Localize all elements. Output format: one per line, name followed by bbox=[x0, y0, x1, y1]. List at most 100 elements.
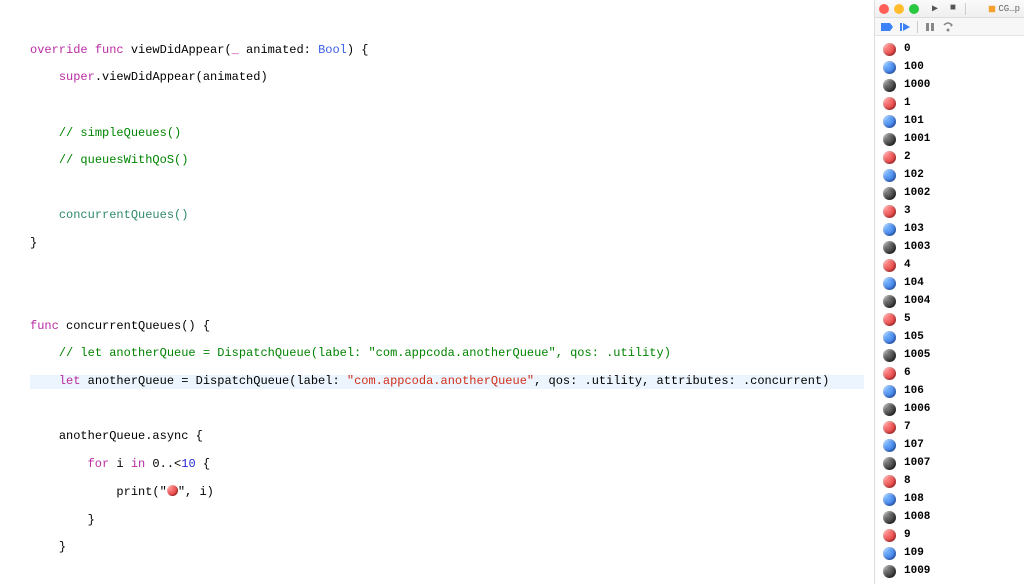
comment: // let anotherQueue = DispatchQueue(labe… bbox=[59, 346, 671, 360]
console-value: 106 bbox=[904, 385, 924, 397]
red-circle-icon bbox=[167, 485, 178, 496]
console-row: 107 bbox=[883, 436, 1016, 454]
console-value: 1005 bbox=[904, 349, 930, 361]
console-row: 1003 bbox=[883, 238, 1016, 256]
console-value: 104 bbox=[904, 277, 924, 289]
keyword-super: super bbox=[59, 70, 95, 84]
console-row: 1002 bbox=[883, 184, 1016, 202]
separator bbox=[917, 21, 918, 33]
console-value: 100 bbox=[904, 61, 924, 73]
red-circle-icon bbox=[883, 529, 896, 542]
console-row: 100 bbox=[883, 58, 1016, 76]
console-value: 8 bbox=[904, 475, 911, 487]
console-row: 7 bbox=[883, 418, 1016, 436]
console-value: 108 bbox=[904, 493, 924, 505]
console-value: 3 bbox=[904, 205, 911, 217]
console-row: 105 bbox=[883, 328, 1016, 346]
method-name: concurrentQueues bbox=[66, 319, 181, 333]
highlighted-line: let anotherQueue = DispatchQueue(label: … bbox=[30, 375, 864, 389]
keyword-func: func bbox=[30, 319, 59, 333]
red-circle-icon bbox=[883, 97, 896, 110]
console-row: 1004 bbox=[883, 292, 1016, 310]
console-value: 1001 bbox=[904, 133, 930, 145]
console-row: 1008 bbox=[883, 508, 1016, 526]
keyword-func: func bbox=[95, 43, 124, 57]
active-tab[interactable]: CG…p bbox=[988, 4, 1020, 14]
console-row: 1001 bbox=[883, 130, 1016, 148]
console-value: 5 bbox=[904, 313, 911, 325]
call: concurrentQueues() bbox=[59, 208, 189, 222]
blue-circle-icon bbox=[883, 115, 896, 128]
pause-icon[interactable] bbox=[924, 21, 936, 33]
red-circle-icon bbox=[883, 367, 896, 380]
stop-icon[interactable]: ■ bbox=[947, 3, 959, 15]
black-circle-icon bbox=[883, 187, 896, 200]
black-circle-icon bbox=[883, 403, 896, 416]
console-value: 103 bbox=[904, 223, 924, 235]
console-value: 1 bbox=[904, 97, 911, 109]
red-circle-icon bbox=[883, 43, 896, 56]
separator bbox=[965, 3, 966, 15]
method-name: viewDidAppear bbox=[131, 43, 225, 57]
blue-circle-icon bbox=[883, 439, 896, 452]
console-row: 6 bbox=[883, 364, 1016, 382]
console-row: 1009 bbox=[883, 562, 1016, 580]
console-row: 1005 bbox=[883, 346, 1016, 364]
window-toolbar: ▶ ■ CG…p bbox=[875, 0, 1024, 18]
console-value: 7 bbox=[904, 421, 911, 433]
console-row: 109 bbox=[883, 544, 1016, 562]
console-row: 8 bbox=[883, 472, 1016, 490]
console-row: 106 bbox=[883, 382, 1016, 400]
toggle-breakpoints-icon[interactable] bbox=[881, 21, 893, 33]
black-circle-icon bbox=[883, 565, 896, 578]
console-value: 1002 bbox=[904, 187, 930, 199]
console-row: 9 bbox=[883, 526, 1016, 544]
console-value: 102 bbox=[904, 169, 924, 181]
keyword-override: override bbox=[30, 43, 88, 57]
run-icon[interactable]: ▶ bbox=[929, 3, 941, 15]
console-row: 101 bbox=[883, 112, 1016, 130]
continue-icon[interactable] bbox=[899, 21, 911, 33]
debug-bar bbox=[875, 18, 1024, 36]
console-value: 1006 bbox=[904, 403, 930, 415]
code-editor[interactable]: override func viewDidAppear(_ animated: … bbox=[0, 0, 874, 584]
console-row: 5 bbox=[883, 310, 1016, 328]
minimize-window-icon[interactable] bbox=[894, 4, 904, 14]
blue-circle-icon bbox=[883, 385, 896, 398]
console-row: 0 bbox=[883, 40, 1016, 58]
black-circle-icon bbox=[883, 295, 896, 308]
blue-circle-icon bbox=[883, 61, 896, 74]
console-row: 108 bbox=[883, 490, 1016, 508]
red-circle-icon bbox=[883, 151, 896, 164]
keyword-let: let bbox=[59, 374, 81, 388]
red-circle-icon bbox=[883, 421, 896, 434]
console-row: 1000 bbox=[883, 76, 1016, 94]
console-value: 4 bbox=[904, 259, 911, 271]
console-value: 2 bbox=[904, 151, 911, 163]
red-circle-icon bbox=[883, 313, 896, 326]
red-circle-icon bbox=[883, 259, 896, 272]
console-row: 103 bbox=[883, 220, 1016, 238]
black-circle-icon bbox=[883, 133, 896, 146]
black-circle-icon bbox=[883, 79, 896, 92]
console-output[interactable]: 0 100 1000 1 101 1001 2 102 1002 3 103 1003 4 104 1004… bbox=[875, 36, 1024, 584]
black-circle-icon bbox=[883, 349, 896, 362]
console-row: 1006 bbox=[883, 400, 1016, 418]
comment: // simpleQueues() bbox=[59, 126, 181, 140]
red-circle-icon bbox=[883, 475, 896, 488]
close-window-icon[interactable] bbox=[879, 4, 889, 14]
console-row: 2 bbox=[883, 148, 1016, 166]
comment: // queuesWithQoS() bbox=[59, 153, 189, 167]
string-literal: "com.appcoda.anotherQueue" bbox=[347, 374, 534, 388]
black-circle-icon bbox=[883, 241, 896, 254]
console-row: 1007 bbox=[883, 454, 1016, 472]
blue-circle-icon bbox=[883, 277, 896, 290]
console-row: 102 bbox=[883, 166, 1016, 184]
zoom-window-icon[interactable] bbox=[909, 4, 919, 14]
black-circle-icon bbox=[883, 511, 896, 524]
step-icon[interactable] bbox=[942, 21, 954, 33]
console-row: 4 bbox=[883, 256, 1016, 274]
console-value: 1007 bbox=[904, 457, 930, 469]
blue-circle-icon bbox=[883, 331, 896, 344]
window-controls[interactable] bbox=[879, 4, 919, 14]
